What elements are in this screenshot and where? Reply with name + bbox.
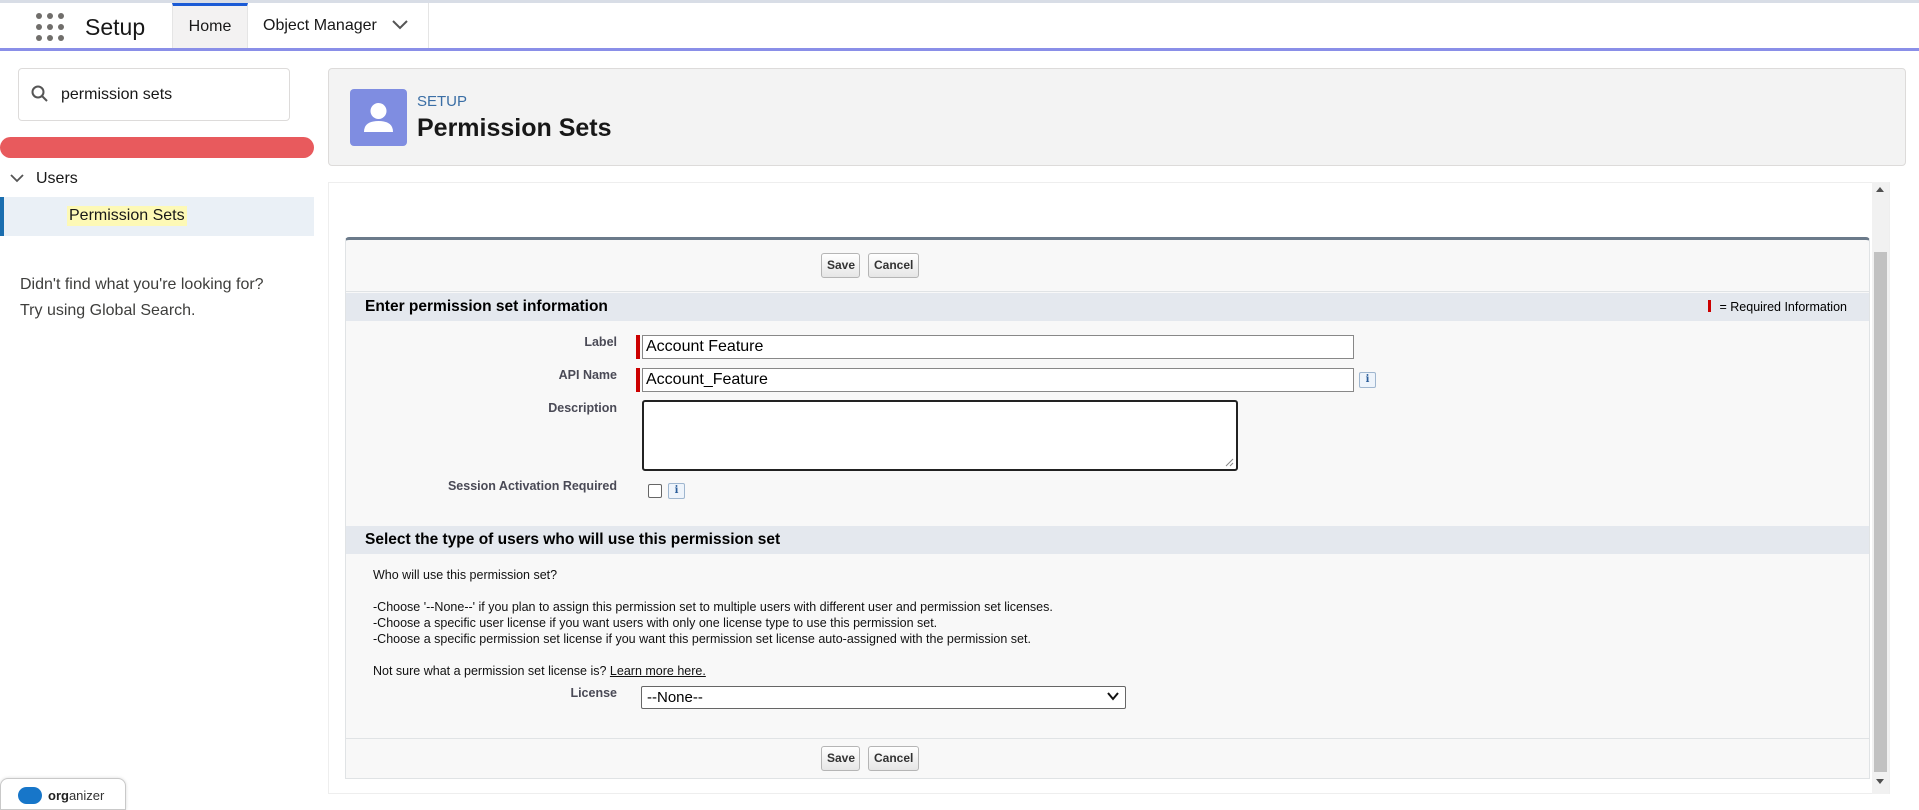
page-header: SETUP Permission Sets <box>328 68 1906 166</box>
app-launcher-icon[interactable] <box>36 13 64 41</box>
license-field-label: License <box>570 686 617 700</box>
help-text-line1: Didn't find what you're looking for? <box>20 276 264 293</box>
chevron-down-icon[interactable] <box>10 174 24 183</box>
search-highlight-bar <box>0 137 314 158</box>
quick-find-box[interactable] <box>18 68 290 121</box>
learn-more-link[interactable]: Learn more here. <box>610 664 706 678</box>
quick-find-input[interactable] <box>59 81 279 109</box>
section-title-user-type: Select the type of users who will use th… <box>365 531 781 548</box>
info-icon[interactable]: i <box>1359 372 1376 388</box>
divider <box>346 738 1869 739</box>
not-sure-text: Not sure what a permission set license i… <box>373 663 706 679</box>
tab-home[interactable]: Home <box>172 3 248 48</box>
info-icon[interactable]: i <box>668 483 685 499</box>
tree-item-permission-sets[interactable]: Permission Sets <box>0 197 314 236</box>
tab-home-label: Home <box>188 18 232 35</box>
user-icon <box>350 89 407 146</box>
label-field-label: Label <box>584 335 617 349</box>
license-select[interactable]: --None-- <box>641 686 1126 709</box>
section-header-info: Enter permission set information = Requi… <box>346 293 1869 321</box>
choose-user-license-text: -Choose a specific user license if you w… <box>373 616 938 630</box>
organizer-label-rest: anizer <box>68 788 105 803</box>
tree-item-permission-sets-label: Permission Sets <box>67 206 187 226</box>
not-sure-label: Not sure what a permission set license i… <box>373 664 607 678</box>
api-name-input[interactable] <box>642 368 1354 392</box>
description-textarea[interactable] <box>642 400 1238 471</box>
section-title-info: Enter permission set information <box>365 298 608 315</box>
tree-item-users-label: Users <box>36 170 78 187</box>
app-title: Setup <box>85 14 146 40</box>
session-activation-label: Session Activation Required <box>447 479 617 493</box>
help-text: Didn't find what you're looking for? Try… <box>20 272 264 324</box>
cloud-icon <box>18 787 42 804</box>
required-legend-text: = Required Information <box>1719 300 1847 314</box>
page-title: Permission Sets <box>417 114 612 142</box>
description-field-label: Description <box>548 401 617 415</box>
tree-item-users[interactable]: Users <box>10 167 78 191</box>
required-marker <box>636 368 640 392</box>
global-header: Setup Home Object Manager <box>0 0 1919 51</box>
breadcrumb: SETUP <box>417 93 468 110</box>
license-select-value: --None-- <box>647 689 703 706</box>
organizer-label-bold: org <box>48 788 69 803</box>
chevron-down-icon <box>1107 692 1119 701</box>
choose-none-text: -Choose '--None--' if you plan to assign… <box>373 600 1053 614</box>
who-text: Who will use this permission set? <box>373 568 558 582</box>
save-button-bottom[interactable]: Save <box>821 746 860 771</box>
save-button[interactable]: Save <box>821 253 860 278</box>
chevron-down-icon[interactable] <box>392 20 408 30</box>
cancel-button[interactable]: Cancel <box>868 253 919 278</box>
scroll-thumb[interactable] <box>1874 252 1887 772</box>
search-icon <box>31 85 48 102</box>
cancel-button-bottom[interactable]: Cancel <box>868 746 919 771</box>
session-activation-checkbox[interactable] <box>648 484 662 498</box>
tab-object-manager[interactable]: Object Manager <box>248 3 429 48</box>
required-marker <box>636 335 640 359</box>
help-text-line2: Try using Global Search. <box>20 302 196 319</box>
organizer-label: organizer <box>48 788 104 803</box>
label-input[interactable] <box>642 335 1354 359</box>
scrollbar[interactable] <box>1872 182 1889 794</box>
required-legend: = Required Information <box>1708 293 1847 321</box>
choose-permission-set-license-text: -Choose a specific permission set licens… <box>373 632 1031 646</box>
divider <box>346 291 1869 292</box>
scroll-down-arrow-icon[interactable] <box>1876 779 1884 784</box>
section-header-user-type: Select the type of users who will use th… <box>346 526 1869 554</box>
tab-object-manager-label: Object Manager <box>263 17 377 34</box>
organizer-badge[interactable]: organizer <box>0 778 126 810</box>
scroll-up-arrow-icon[interactable] <box>1876 187 1884 192</box>
api-name-field-label: API Name <box>558 368 617 382</box>
resize-handle-icon[interactable] <box>1225 458 1234 467</box>
